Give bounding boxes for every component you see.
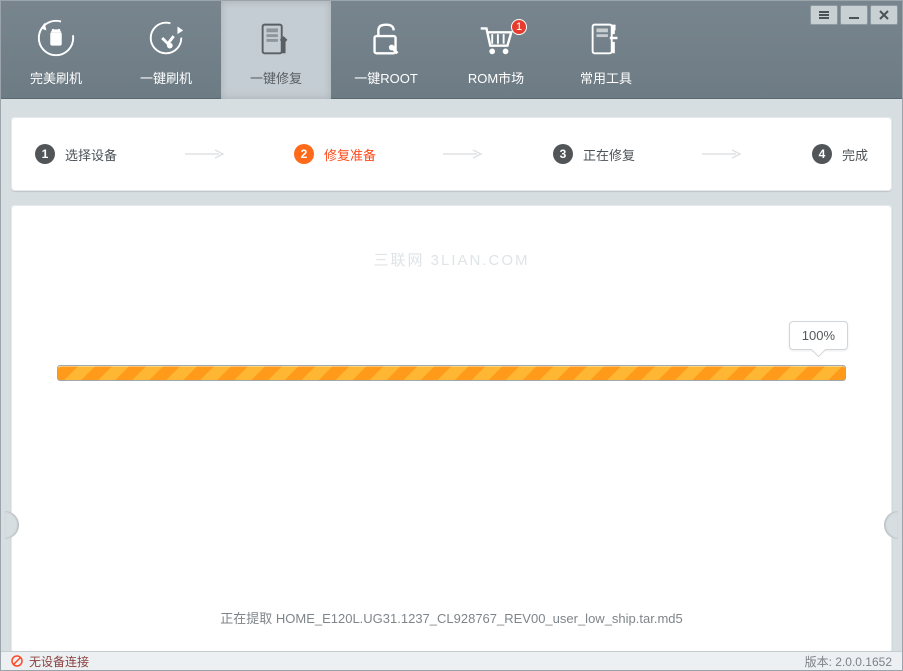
- nav-label: 完美刷机: [30, 68, 82, 87]
- arrow-icon: [185, 149, 227, 159]
- nav-common-tools[interactable]: 常用工具: [551, 1, 661, 99]
- progress-percent-bubble: 100%: [789, 321, 848, 350]
- arrow-icon: [443, 149, 485, 159]
- device-status-text: 无设备连接: [29, 653, 89, 670]
- step-label: 选择设备: [65, 145, 117, 164]
- nav-perfect-flash[interactable]: 完美刷机: [1, 1, 111, 99]
- nav-label: ROM市场: [468, 68, 524, 87]
- status-bar: 无设备连接 版本: 2.0.0.1652: [1, 651, 902, 670]
- nav-label: 一键ROOT: [354, 68, 418, 87]
- step-number: 4: [812, 144, 832, 164]
- nav-one-key-root[interactable]: 一键ROOT: [331, 1, 441, 99]
- nav-label: 一键修复: [250, 68, 302, 87]
- nav-rom-market[interactable]: 1 ROM市场: [441, 1, 551, 99]
- close-button[interactable]: [870, 5, 898, 25]
- nav-label: 一键刷机: [140, 68, 192, 87]
- progress-area: 100%: [57, 365, 846, 381]
- version-text: 版本: 2.0.0.1652: [805, 653, 892, 670]
- step-number: 1: [35, 144, 55, 164]
- arrow-icon: [702, 149, 744, 159]
- step-repair-prepare: 2 修复准备: [294, 144, 376, 164]
- top-navbar: 完美刷机 一键刷机 一键修复 一键ROOT 1 ROM市场: [1, 1, 902, 99]
- device-wrench-icon: [254, 16, 298, 60]
- step-select-device: 1 选择设备: [35, 144, 117, 164]
- step-label: 正在修复: [583, 145, 635, 164]
- step-label: 完成: [842, 145, 868, 164]
- device-tools-icon: [584, 16, 628, 60]
- nav-one-key-flash[interactable]: 一键刷机: [111, 1, 221, 99]
- step-label: 修复准备: [324, 145, 376, 164]
- progress-fill: [58, 366, 845, 380]
- badge-icon: 1: [511, 19, 527, 35]
- no-device-icon: [11, 655, 23, 667]
- window-controls: [808, 5, 898, 25]
- step-complete: 4 完成: [812, 144, 868, 164]
- nav-label: 常用工具: [580, 68, 632, 87]
- watermark-text: 三联网 3LIAN.COM: [11, 249, 892, 270]
- step-number: 2: [294, 144, 314, 164]
- unlock-tap-icon: [364, 16, 408, 60]
- main-panel: 三联网 3LIAN.COM 100% 正在提取 HOME_E120L.UG31.…: [11, 205, 892, 653]
- refresh-tap-icon: [144, 16, 188, 60]
- step-number: 3: [553, 144, 573, 164]
- step-indicator: 1 选择设备 2 修复准备 3 正在修复 4 完成: [11, 117, 892, 191]
- android-refresh-icon: [34, 16, 78, 60]
- nav-one-key-repair[interactable]: 一键修复: [221, 1, 331, 99]
- progress-bar: [57, 365, 846, 381]
- status-text: 正在提取 HOME_E120L.UG31.1237_CL928767_REV00…: [11, 608, 892, 627]
- minimize-button[interactable]: [840, 5, 868, 25]
- step-repairing: 3 正在修复: [553, 144, 635, 164]
- settings-button[interactable]: [810, 5, 838, 25]
